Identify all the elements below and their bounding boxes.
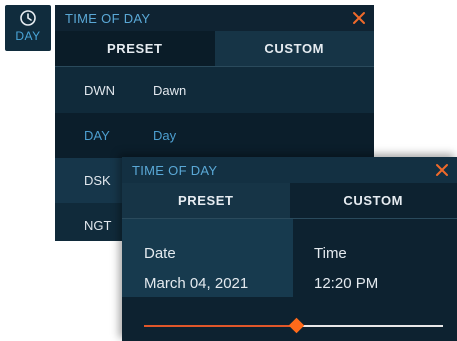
preset-name: Dawn [153,83,187,98]
custom-panel: TIME OF DAY PRESET CUSTOM Date March 04,… [122,157,457,341]
time-field[interactable]: Time 12:20 PM [293,219,457,297]
tab-preset[interactable]: PRESET [55,31,215,67]
time-slider[interactable] [144,317,443,334]
tab-custom[interactable]: CUSTOM [289,183,457,219]
tab-preset[interactable]: PRESET [122,183,290,219]
day-label: DAY [15,29,41,43]
date-field[interactable]: Date March 04, 2021 [122,219,293,297]
time-of-day-toggle[interactable]: DAY [5,5,51,51]
time-label: Time [314,245,347,262]
slider-thumb[interactable] [289,317,305,334]
time-value[interactable]: 12:20 PM [314,275,378,292]
tab-bar: PRESET CUSTOM [55,31,374,67]
panel-title: TIME OF DAY [132,162,218,178]
close-icon[interactable] [352,11,366,25]
preset-panel-titlebar: TIME OF DAY [55,5,374,31]
close-icon[interactable] [435,163,449,177]
date-label: Date [144,245,176,262]
preset-item-day[interactable]: DAY Day [55,113,374,158]
clock-icon [19,9,37,27]
date-value[interactable]: March 04, 2021 [144,275,248,292]
custom-panel-titlebar: TIME OF DAY [122,157,457,183]
tab-bar: PRESET CUSTOM [122,183,457,219]
panel-title: TIME OF DAY [65,10,151,26]
slider-fill [144,325,297,327]
preset-name: Day [153,128,177,143]
preset-item-dawn[interactable]: DWN Dawn [55,68,374,113]
preset-code: DAY [84,128,110,143]
tab-custom[interactable]: CUSTOM [214,31,374,67]
preset-code: DWN [84,83,116,98]
